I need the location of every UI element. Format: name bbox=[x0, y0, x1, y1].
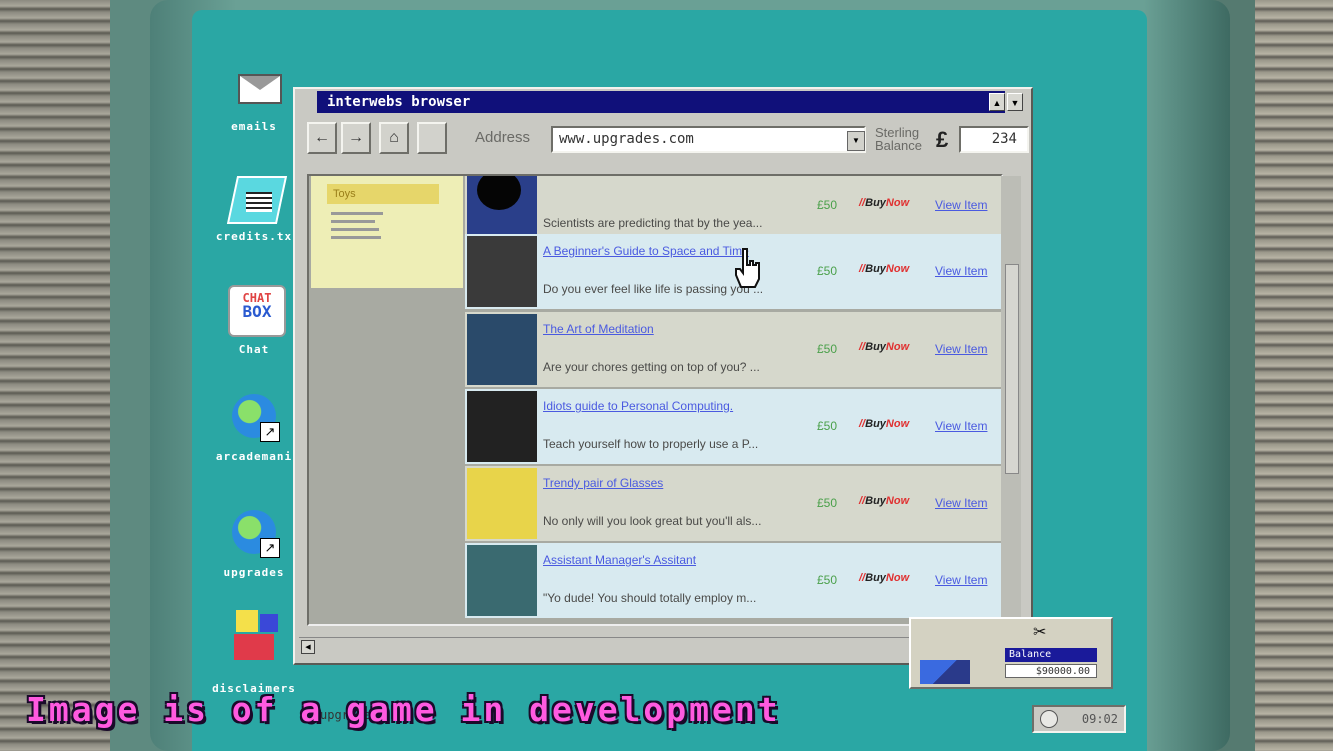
view-item-link[interactable]: View Item bbox=[935, 573, 987, 587]
sidebar-category-toys[interactable]: Toys bbox=[327, 184, 439, 204]
buy-now-label: BuyNow bbox=[865, 495, 910, 507]
dev-disclaimer-overlay: Image is of a game in development bbox=[26, 690, 781, 729]
product-row: Idiots guide to Personal Computing. Teac… bbox=[465, 389, 1001, 464]
sidebar-link[interactable] bbox=[331, 212, 383, 215]
buy-now-label: BuyNow bbox=[865, 197, 910, 209]
product-price: £50 bbox=[817, 342, 838, 356]
page-viewport: Toys Scientists are predicting that by t… bbox=[307, 174, 1003, 626]
address-input[interactable]: www.upgrades.com bbox=[551, 126, 866, 153]
address-label: Address bbox=[475, 129, 531, 146]
product-title-link[interactable]: Trendy pair of Glasses bbox=[543, 476, 663, 490]
vertical-scroll-thumb[interactable] bbox=[1005, 264, 1019, 474]
product-row: Assistant Manager's Assitant "Yo dude! Y… bbox=[465, 543, 1001, 618]
product-thumbnail[interactable] bbox=[467, 391, 537, 462]
scissors-icon[interactable]: ✂ bbox=[1033, 622, 1046, 642]
view-item-link[interactable]: View Item bbox=[935, 496, 987, 510]
scroll-left-button[interactable]: ◀ bbox=[301, 640, 315, 654]
product-thumbnail[interactable] bbox=[467, 236, 537, 307]
mail-icon bbox=[226, 62, 282, 112]
bank-logo-icon bbox=[920, 660, 970, 684]
widget-balance-value: $90000.00 bbox=[1005, 664, 1097, 678]
buy-now-button[interactable]: //BuyNow bbox=[859, 197, 909, 209]
forward-button[interactable]: → bbox=[341, 122, 371, 154]
product-description: Are your chores getting on top of you? .… bbox=[543, 360, 760, 374]
product-description: No only will you look great but you'll a… bbox=[543, 514, 762, 528]
sidebar-link[interactable] bbox=[331, 228, 379, 231]
hand-cursor-icon bbox=[735, 248, 760, 288]
product-price: £50 bbox=[817, 573, 838, 587]
balance-value: 234 bbox=[959, 126, 1029, 153]
home-icon: ⌂ bbox=[389, 129, 399, 146]
horizontal-scrollbar[interactable]: ◀ ▼ ▶ bbox=[299, 624, 1023, 656]
sidebar-link[interactable] bbox=[331, 236, 381, 239]
product-thumbnail[interactable] bbox=[467, 176, 537, 241]
product-title-link[interactable]: The Art of Meditation bbox=[543, 322, 654, 336]
notepad-icon bbox=[226, 172, 288, 224]
blocks-icon bbox=[226, 610, 282, 674]
black-hole-image bbox=[477, 176, 521, 210]
buy-now-label: BuyNow bbox=[865, 572, 910, 584]
maximize-button[interactable]: ▲ bbox=[989, 93, 1005, 111]
widget-balance-label: Balance bbox=[1005, 648, 1097, 662]
balance-label: Sterling Balance bbox=[875, 126, 922, 152]
minimize-button[interactable]: ▼ bbox=[1007, 93, 1023, 111]
product-thumbnail[interactable] bbox=[467, 545, 537, 616]
product-thumbnail[interactable] bbox=[467, 468, 537, 539]
buy-now-button[interactable]: //BuyNow bbox=[859, 418, 909, 430]
buy-now-label: BuyNow bbox=[865, 263, 910, 275]
product-title-link[interactable]: Assistant Manager's Assitant bbox=[543, 553, 696, 567]
back-button[interactable]: ← bbox=[307, 122, 337, 154]
product-title-link[interactable]: A Beginner's Guide to Space and Time bbox=[543, 244, 749, 258]
view-item-link[interactable]: View Item bbox=[935, 198, 987, 212]
address-dropdown-button[interactable]: ▼ bbox=[847, 131, 865, 151]
product-price: £50 bbox=[817, 264, 838, 278]
globe-icon: ↗ bbox=[226, 392, 282, 442]
product-description: Scientists are predicting that by the ye… bbox=[543, 216, 763, 230]
forward-arrow-icon: → bbox=[348, 129, 364, 146]
chat-icon: CHAT BOX bbox=[226, 285, 286, 337]
shortcut-arrow-icon: ↗ bbox=[260, 538, 280, 558]
product-description: Do you ever feel like life is passing yo… bbox=[543, 282, 764, 296]
blank-toolbar-button[interactable] bbox=[417, 122, 447, 154]
buy-now-button[interactable]: //BuyNow bbox=[859, 572, 909, 584]
chatbox-logo-line2: BOX bbox=[242, 302, 272, 321]
view-item-link[interactable]: View Item bbox=[935, 264, 987, 278]
clock-icon bbox=[1040, 710, 1058, 728]
window-title: interwebs browser bbox=[317, 91, 1005, 113]
buy-now-button[interactable]: //BuyNow bbox=[859, 341, 909, 353]
product-price: £50 bbox=[817, 496, 838, 510]
product-description: Teach yourself how to properly use a P..… bbox=[543, 437, 759, 451]
shortcut-arrow-icon: ↗ bbox=[260, 422, 280, 442]
category-sidebar: Toys bbox=[311, 176, 463, 288]
view-item-link[interactable]: View Item bbox=[935, 342, 987, 356]
home-button[interactable]: ⌂ bbox=[379, 122, 409, 154]
window-blinds-left bbox=[0, 0, 110, 751]
product-title-link[interactable]: Idiots guide to Personal Computing. bbox=[543, 399, 733, 413]
sidebar-link[interactable] bbox=[331, 220, 375, 223]
buy-now-button[interactable]: //BuyNow bbox=[859, 495, 909, 507]
globe-icon: ↗ bbox=[226, 508, 282, 558]
product-row: Trendy pair of Glasses No only will you … bbox=[465, 466, 1001, 541]
view-item-link[interactable]: View Item bbox=[935, 419, 987, 433]
buy-now-button[interactable]: //BuyNow bbox=[859, 263, 909, 275]
product-row: The Art of Meditation Are your chores ge… bbox=[465, 312, 1001, 387]
balance-label-line2: Balance bbox=[875, 138, 922, 153]
buy-now-label: BuyNow bbox=[865, 418, 910, 430]
currency-symbol: £ bbox=[936, 127, 949, 152]
buy-now-label: BuyNow bbox=[865, 341, 910, 353]
product-row: Scientists are predicting that by the ye… bbox=[465, 176, 1001, 243]
browser-window: interwebs browser ▲ ▼ ← → ⌂ Address www.… bbox=[293, 87, 1033, 665]
back-arrow-icon: ← bbox=[314, 129, 330, 146]
product-price: £50 bbox=[817, 419, 838, 433]
product-description: "Yo dude! You should totally employ m... bbox=[543, 591, 757, 605]
product-price: £50 bbox=[817, 198, 838, 212]
window-blinds-right bbox=[1255, 0, 1333, 751]
product-thumbnail[interactable] bbox=[467, 314, 537, 385]
